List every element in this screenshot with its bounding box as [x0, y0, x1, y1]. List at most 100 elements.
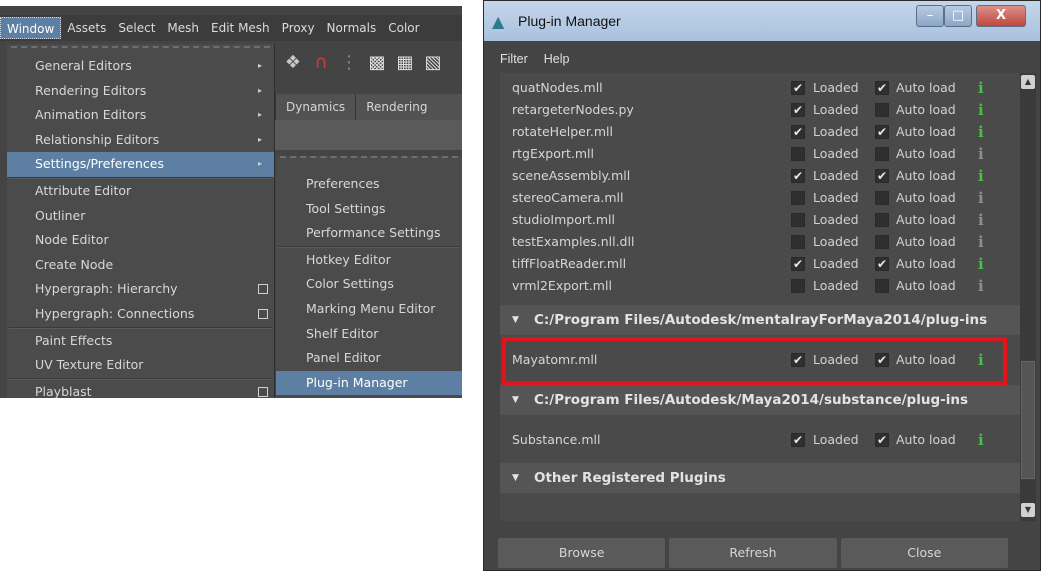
- plugin-info-icon[interactable]: i: [978, 275, 984, 297]
- scroll-down-icon[interactable]: ▼: [1021, 503, 1035, 517]
- loaded-checkbox[interactable]: ✔: [791, 103, 805, 117]
- ipr-render-icon[interactable]: ▧: [423, 53, 443, 73]
- menu-item-playblast[interactable]: Playblast: [7, 380, 274, 398]
- menu-filter[interactable]: Filter: [492, 52, 536, 66]
- menu-item-outliner[interactable]: Outliner: [7, 204, 274, 229]
- window-title: Plug-in Manager: [518, 13, 621, 29]
- refresh-button[interactable]: Refresh: [669, 538, 837, 568]
- autoload-checkbox[interactable]: [875, 279, 889, 293]
- menu-item-relationship-editors[interactable]: Relationship Editors ▸: [7, 128, 274, 153]
- settings-preferences-submenu: Preferences Tool Settings Performance Se…: [276, 156, 462, 398]
- close-button[interactable]: Close: [840, 538, 1008, 568]
- menu-item-hypergraph-hierarchy[interactable]: Hypergraph: Hierarchy: [7, 277, 274, 302]
- option-box-icon[interactable]: [258, 308, 268, 319]
- tearoff-handle[interactable]: [280, 156, 458, 164]
- menu-item-label: Hypergraph: Connections: [35, 305, 195, 321]
- submenu-item-color-settings[interactable]: Color Settings: [276, 272, 462, 297]
- render-view-icon[interactable]: ▩: [367, 53, 387, 73]
- menu-item-label: Outliner: [35, 207, 86, 223]
- loaded-checkbox[interactable]: [791, 147, 805, 161]
- autoload-checkbox[interactable]: [875, 147, 889, 161]
- plugin-info-icon[interactable]: i: [978, 121, 984, 143]
- menu-item-create-node[interactable]: Create Node: [7, 253, 274, 278]
- autoload-checkbox[interactable]: [875, 235, 889, 249]
- submenu-item-tool-settings[interactable]: Tool Settings: [276, 197, 462, 222]
- plugin-info-icon[interactable]: i: [978, 99, 984, 121]
- plugin-info-icon[interactable]: i: [978, 187, 984, 209]
- menu-item-label: UV Texture Editor: [35, 357, 144, 373]
- loaded-label: Loaded: [813, 212, 859, 227]
- option-box-icon[interactable]: [258, 386, 268, 397]
- autoload-checkbox[interactable]: [875, 191, 889, 205]
- plugin-info-icon[interactable]: i: [978, 77, 984, 99]
- loaded-checkbox[interactable]: ✔: [791, 433, 805, 447]
- submenu-item-panel-editor[interactable]: Panel Editor: [276, 346, 462, 371]
- menu-item-hypergraph-connections[interactable]: Hypergraph: Connections: [7, 302, 274, 327]
- plugin-info-icon[interactable]: i: [978, 231, 984, 253]
- menu-assets[interactable]: Assets: [61, 17, 112, 39]
- tearoff-handle[interactable]: [11, 46, 270, 54]
- menu-item-animation-editors[interactable]: Animation Editors ▸: [7, 103, 274, 128]
- plugin-info-icon[interactable]: i: [978, 253, 984, 275]
- plugin-info-icon[interactable]: i: [978, 143, 984, 165]
- close-window-button[interactable]: X: [976, 5, 1026, 27]
- loaded-checkbox[interactable]: [791, 191, 805, 205]
- autoload-checkbox[interactable]: [875, 213, 889, 227]
- browse-button[interactable]: Browse: [498, 538, 666, 568]
- menu-item-settings-preferences[interactable]: Settings/Preferences ▸: [7, 152, 274, 177]
- title-bar[interactable]: ▲ Plug-in Manager – □ X: [484, 1, 1040, 41]
- menu-help[interactable]: Help: [536, 52, 578, 66]
- loaded-checkbox[interactable]: ✔: [791, 169, 805, 183]
- loaded-checkbox[interactable]: [791, 279, 805, 293]
- submenu-item-preferences[interactable]: Preferences: [276, 172, 462, 197]
- menu-item-node-editor[interactable]: Node Editor: [7, 228, 274, 253]
- menu-item-paint-effects[interactable]: Paint Effects: [7, 329, 274, 354]
- menu-edit-mesh[interactable]: Edit Mesh: [205, 17, 276, 39]
- menu-mesh[interactable]: Mesh: [161, 17, 205, 39]
- menu-proxy[interactable]: Proxy: [276, 17, 321, 39]
- menu-item-uv-texture-editor[interactable]: UV Texture Editor: [7, 353, 274, 378]
- menu-select[interactable]: Select: [112, 17, 161, 39]
- plugin-info-icon[interactable]: i: [978, 209, 984, 231]
- loaded-checkbox[interactable]: ✔: [791, 81, 805, 95]
- plugin-info-icon[interactable]: i: [978, 165, 984, 187]
- autoload-checkbox[interactable]: ✔: [875, 81, 889, 95]
- submenu-item-marking-menu-editor[interactable]: Marking Menu Editor: [276, 297, 462, 322]
- submenu-item-hotkey-editor[interactable]: Hotkey Editor: [276, 248, 462, 273]
- scroll-thumb[interactable]: [1021, 361, 1035, 479]
- menu-item-general-editors[interactable]: General Editors ▸: [7, 54, 274, 79]
- submenu-arrow-icon: ▸: [257, 61, 262, 70]
- loaded-checkbox[interactable]: [791, 235, 805, 249]
- menu-window[interactable]: Window: [0, 17, 62, 39]
- section-header-substance[interactable]: ▼ C:/Program Files/Autodesk/Maya2014/sub…: [500, 385, 1020, 415]
- minimize-button[interactable]: –: [916, 5, 944, 27]
- loaded-checkbox[interactable]: ✔: [791, 257, 805, 271]
- section-header-mentalray[interactable]: ▼ C:/Program Files/Autodesk/mentalrayFor…: [500, 305, 1020, 335]
- autoload-checkbox[interactable]: [875, 103, 889, 117]
- submenu-item-plugin-manager[interactable]: Plug-in Manager: [276, 370, 462, 396]
- maximize-button[interactable]: □: [944, 5, 972, 27]
- submenu-item-performance-settings[interactable]: Performance Settings: [276, 221, 462, 246]
- autoload-checkbox[interactable]: ✔: [875, 125, 889, 139]
- autoload-checkbox[interactable]: ✔: [875, 257, 889, 271]
- magnet-icon[interactable]: ∩: [311, 53, 331, 73]
- scroll-up-icon[interactable]: ▲: [1021, 75, 1035, 89]
- loaded-checkbox[interactable]: ✔: [791, 125, 805, 139]
- autoload-checkbox[interactable]: ✔: [875, 433, 889, 447]
- section-header-other[interactable]: ▼ Other Registered Plugins: [500, 463, 1020, 493]
- submenu-item-shelf-editor[interactable]: Shelf Editor: [276, 322, 462, 347]
- shelf-tab-dynamics[interactable]: Dynamics: [275, 94, 355, 120]
- vertical-scrollbar[interactable]: ▲ ▼: [1020, 73, 1036, 521]
- snap-icon[interactable]: ❖: [283, 53, 303, 73]
- clapboard-icon[interactable]: ▦: [395, 53, 415, 73]
- menu-color[interactable]: Color: [382, 17, 425, 39]
- shelf-tab-rendering[interactable]: Rendering: [355, 94, 437, 120]
- autoload-checkbox[interactable]: ✔: [875, 169, 889, 183]
- plugin-info-icon[interactable]: i: [978, 429, 984, 451]
- menu-item-attribute-editor[interactable]: Attribute Editor: [7, 179, 274, 204]
- menu-item-rendering-editors[interactable]: Rendering Editors ▸: [7, 79, 274, 104]
- option-box-icon[interactable]: [258, 284, 268, 295]
- loaded-checkbox[interactable]: [791, 213, 805, 227]
- collapse-triangle-icon: ▼: [512, 473, 519, 483]
- menu-normals[interactable]: Normals: [321, 17, 383, 39]
